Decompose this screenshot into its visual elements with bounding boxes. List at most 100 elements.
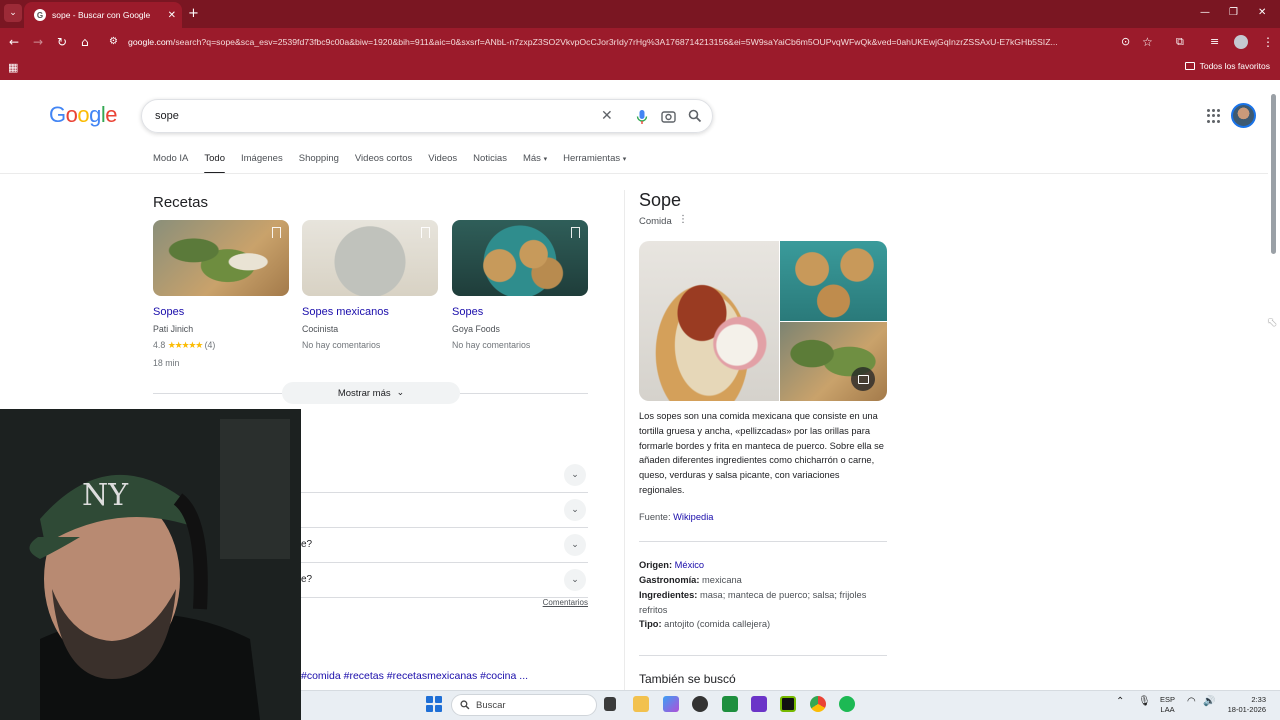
chevron-down-icon[interactable]: ⌄ bbox=[564, 534, 586, 556]
fact-origen: Origen: México bbox=[639, 558, 887, 573]
kp-image-3[interactable] bbox=[780, 322, 887, 401]
tab-mas[interactable]: Más ▾ bbox=[523, 153, 547, 164]
kp-image-gallery[interactable] bbox=[639, 241, 887, 401]
tab-search-dropdown-icon[interactable]: ⌄ bbox=[4, 4, 22, 22]
reload-icon[interactable]: ↻ bbox=[57, 34, 67, 50]
search-icon[interactable] bbox=[688, 109, 702, 123]
wifi-icon[interactable]: ◠ bbox=[1187, 697, 1196, 707]
tab-herramientas[interactable]: Herramientas ▾ bbox=[563, 153, 626, 164]
bookmark-icon[interactable] bbox=[272, 227, 281, 238]
tab-videos[interactable]: Videos bbox=[428, 153, 457, 164]
more-options-icon[interactable]: ⋮ bbox=[678, 214, 688, 225]
url-path: /search?q=sope&sca_esv=2539fd73fbc9c00a&… bbox=[172, 37, 1058, 47]
tab-noticias[interactable]: Noticias bbox=[473, 153, 507, 164]
menu-kebab-icon[interactable]: ⋮ bbox=[1262, 34, 1274, 50]
tray-overflow-icon[interactable]: ⌃ bbox=[1116, 697, 1124, 707]
file-explorer-icon[interactable] bbox=[633, 696, 649, 712]
tab-videos-cortos[interactable]: Videos cortos bbox=[355, 153, 412, 164]
close-window-icon[interactable]: ✕ bbox=[1258, 7, 1266, 18]
task-view-icon[interactable] bbox=[604, 697, 616, 711]
recipe-image[interactable] bbox=[452, 220, 588, 296]
google-apps-icon[interactable] bbox=[1207, 109, 1221, 123]
recipe-card[interactable]: Sopes Pati Jinich 4.8 ★★★★★ (4) 18 min bbox=[153, 220, 289, 368]
column-divider bbox=[624, 190, 625, 690]
scrollbar-thumb[interactable] bbox=[1271, 94, 1276, 254]
recipe-card[interactable]: Sopes Goya Foods No hay comentarios bbox=[452, 220, 588, 350]
chevron-down-icon[interactable]: ⌄ bbox=[564, 499, 586, 521]
gallery-image-icon[interactable] bbox=[851, 367, 875, 391]
search-box[interactable]: sope ✕ bbox=[141, 99, 713, 133]
app-icon[interactable] bbox=[751, 696, 767, 712]
chevron-down-icon[interactable]: ⌄ bbox=[564, 464, 586, 486]
google-logo[interactable]: Google bbox=[49, 102, 118, 128]
paa-question[interactable]: e? ⌄ bbox=[301, 563, 588, 598]
page-scrollbar[interactable] bbox=[1270, 84, 1276, 692]
media-icon[interactable]: ≡ bbox=[1210, 34, 1219, 50]
kp-image-main[interactable] bbox=[639, 241, 779, 401]
chevron-down-icon[interactable]: ⌄ bbox=[564, 569, 586, 591]
new-tab-icon[interactable]: + bbox=[188, 6, 199, 21]
paa-question[interactable]: e? ⌄ bbox=[301, 528, 588, 563]
taskbar-search-label: Buscar bbox=[476, 699, 506, 711]
fact-value: antojito (comida callejera) bbox=[664, 619, 771, 629]
home-icon[interactable]: ⌂ bbox=[81, 34, 89, 50]
language-indicator[interactable]: ESP LAA bbox=[1160, 695, 1175, 715]
taskbar-search[interactable]: Buscar bbox=[451, 694, 597, 716]
date: 18-01-2026 bbox=[1227, 705, 1266, 714]
copilot-icon[interactable] bbox=[663, 696, 679, 712]
svg-text:NY: NY bbox=[82, 478, 129, 513]
restore-icon[interactable]: ❐ bbox=[1229, 7, 1238, 18]
minimize-icon[interactable]: — bbox=[1200, 7, 1210, 18]
search-input[interactable]: sope bbox=[155, 110, 179, 122]
lens-camera-icon[interactable] bbox=[661, 109, 676, 124]
recipe-name[interactable]: Sopes bbox=[452, 306, 588, 318]
spotify-icon[interactable] bbox=[839, 696, 855, 712]
paa-question[interactable]: ⌄ bbox=[301, 458, 588, 493]
apps-grid-icon[interactable]: ▦ bbox=[8, 60, 18, 76]
bookmark-icon[interactable] bbox=[421, 227, 430, 238]
account-avatar[interactable] bbox=[1231, 103, 1256, 128]
recipe-image[interactable] bbox=[302, 220, 438, 296]
extensions-icon[interactable]: ⧉ bbox=[1176, 34, 1184, 50]
recipe-name[interactable]: Sopes bbox=[153, 306, 289, 318]
tab-imagenes[interactable]: Imágenes bbox=[241, 153, 283, 164]
chrome-icon[interactable] bbox=[810, 696, 826, 712]
address-bar[interactable]: google.com/search?q=sope&sca_esv=2539fd7… bbox=[128, 34, 1118, 50]
profile-icon[interactable] bbox=[1234, 35, 1248, 49]
xbox-icon[interactable] bbox=[722, 696, 738, 712]
recipe-card[interactable]: Sopes mexicanos Cocinista No hay comenta… bbox=[302, 220, 438, 350]
microphone-tray-icon[interactable]: 🎙 bbox=[1138, 697, 1151, 707]
fact-value-link[interactable]: México bbox=[675, 560, 704, 570]
recipe-image[interactable] bbox=[153, 220, 289, 296]
volume-icon[interactable]: 🔊 bbox=[1203, 697, 1215, 707]
wikipedia-link[interactable]: Wikipedia bbox=[673, 512, 713, 522]
recipe-name[interactable]: Sopes mexicanos bbox=[302, 306, 438, 318]
microphone-icon[interactable] bbox=[636, 109, 648, 125]
bookmark-icon[interactable] bbox=[571, 227, 580, 238]
hashtags[interactable]: #comida #recetas #recetasmexicanas #coci… bbox=[301, 670, 528, 682]
nvidia-icon[interactable] bbox=[780, 696, 796, 712]
clock[interactable]: 2:33 18-01-2026 bbox=[1226, 695, 1266, 715]
feedback-link[interactable]: Comentarios bbox=[543, 598, 588, 607]
site-info-icon[interactable]: ⚙ bbox=[109, 34, 118, 50]
forward-icon[interactable]: → bbox=[33, 34, 43, 50]
app-icon[interactable] bbox=[692, 696, 708, 712]
location-icon[interactable]: ⊙ bbox=[1121, 34, 1130, 50]
browser-tab[interactable]: G sope - Buscar con Google ✕ bbox=[24, 2, 182, 28]
tab-modo-ia[interactable]: Modo IA bbox=[153, 153, 188, 164]
back-icon[interactable]: ← bbox=[9, 34, 19, 50]
chevron-down-icon: ▾ bbox=[543, 156, 548, 163]
tab-todo[interactable]: Todo bbox=[204, 153, 225, 174]
close-tab-icon[interactable]: ✕ bbox=[168, 10, 176, 21]
fact-label: Tipo: bbox=[639, 619, 662, 629]
paa-question[interactable]: ⌄ bbox=[301, 493, 588, 528]
rating-value: 4.8 bbox=[153, 340, 166, 350]
recipe-time: 18 min bbox=[153, 358, 180, 368]
tab-shopping[interactable]: Shopping bbox=[299, 153, 339, 164]
show-more-button[interactable]: Mostrar más ⌄ bbox=[282, 382, 460, 404]
bookmark-star-icon[interactable]: ☆ bbox=[1142, 34, 1153, 50]
windows-start-icon[interactable] bbox=[426, 696, 442, 712]
clear-icon[interactable]: ✕ bbox=[601, 108, 613, 124]
kp-image-2[interactable] bbox=[780, 241, 887, 321]
all-bookmarks[interactable]: Todos los favoritos bbox=[1184, 61, 1270, 71]
